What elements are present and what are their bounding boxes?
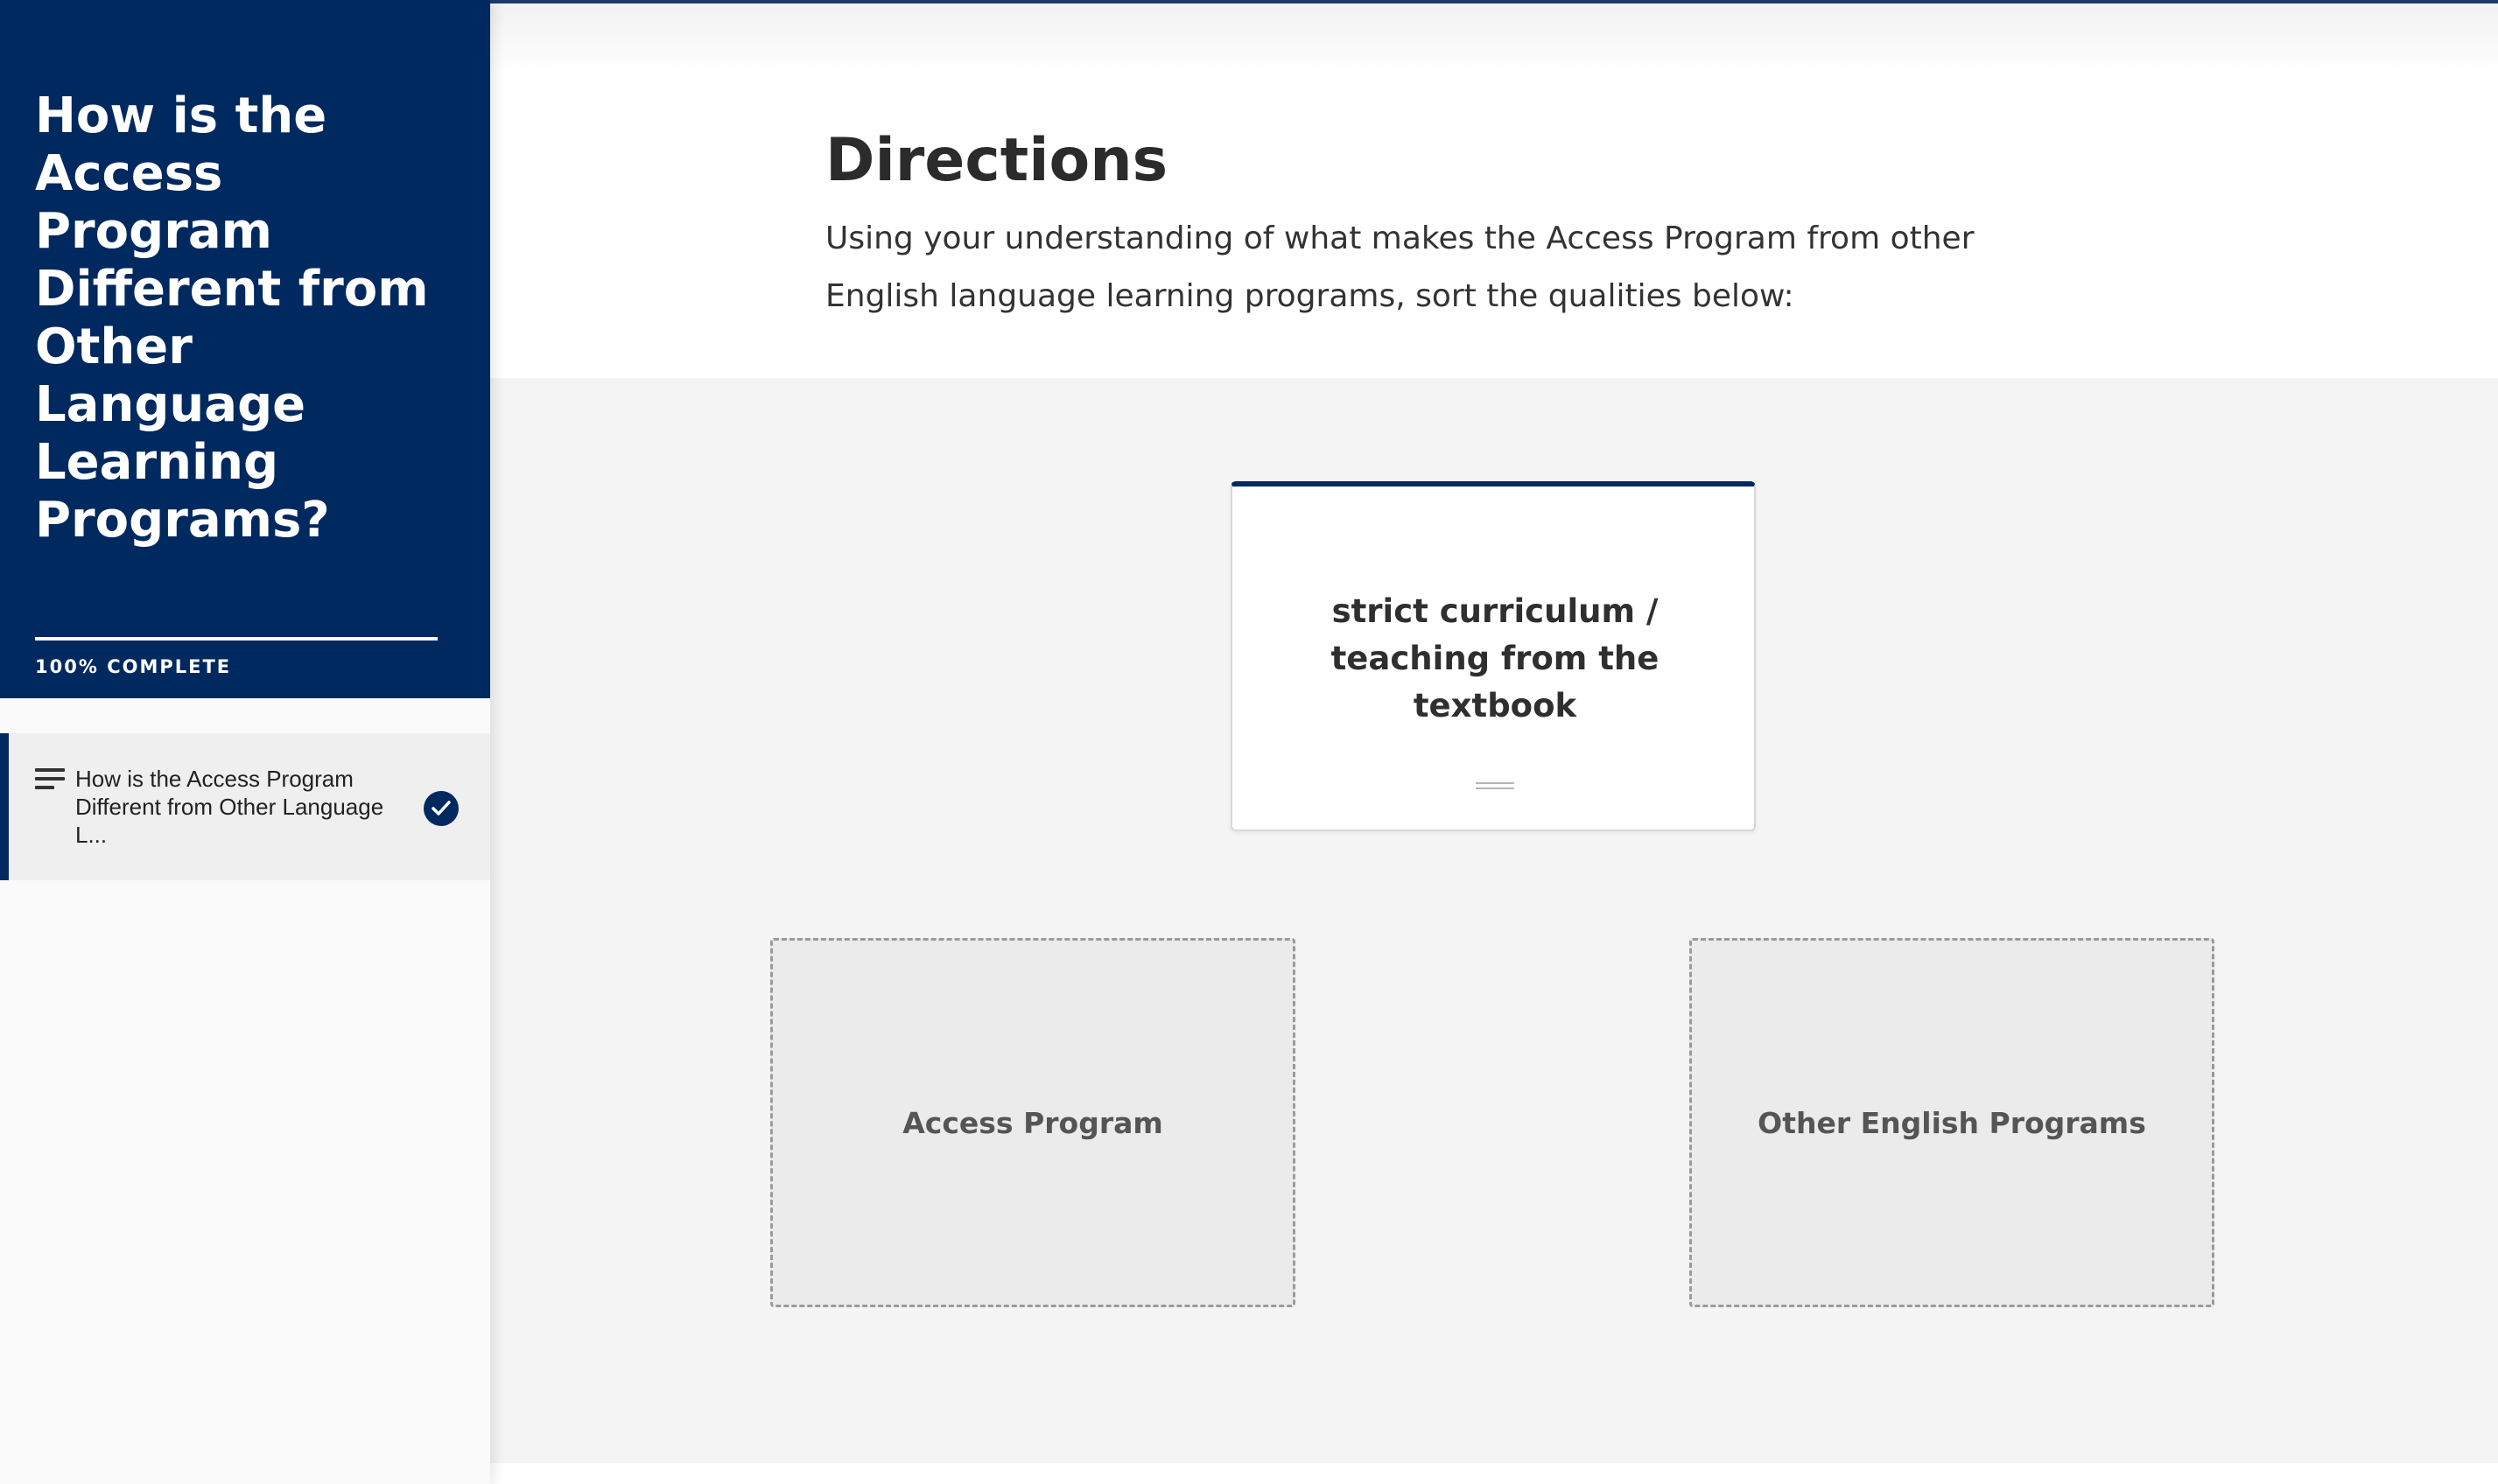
- course-sidebar: How is the Access Program Different from…: [0, 0, 490, 1484]
- sorting-activity: strict curriculum / teaching from the te…: [490, 378, 2498, 1463]
- pile-other-english-programs[interactable]: Other English Programs: [1689, 938, 2214, 1307]
- sorting-card[interactable]: strict curriculum / teaching from the te…: [1231, 481, 1756, 831]
- sorting-card-text: strict curriculum / teaching from the te…: [1330, 592, 1659, 724]
- directions-text: Using your understanding of what makes t…: [825, 220, 1975, 314]
- progress-bar-fill: [35, 637, 438, 640]
- sidebar-header: How is the Access Program Different from…: [0, 0, 490, 698]
- pile-label: Other English Programs: [1758, 1105, 2146, 1140]
- check-circle-icon: [424, 791, 459, 826]
- sidebar-lesson-item[interactable]: How is the Access Program Different from…: [0, 733, 490, 880]
- lesson-content: Directions Using your understanding of w…: [490, 0, 2498, 1484]
- pile-access-program[interactable]: Access Program: [770, 938, 1295, 1307]
- progress-label: 100% COMPLETE: [35, 656, 232, 677]
- top-shadow: [490, 4, 2498, 74]
- drag-handle-icon[interactable]: [1476, 782, 1514, 796]
- progress-bar: [35, 637, 438, 640]
- pile-label: Access Program: [902, 1105, 1163, 1140]
- lines-icon: [35, 768, 65, 791]
- course-title: How is the Access Program Different from…: [35, 88, 429, 549]
- lesson-title: How is the Access Program Different from…: [75, 766, 384, 848]
- directions-title: Directions: [825, 126, 1168, 195]
